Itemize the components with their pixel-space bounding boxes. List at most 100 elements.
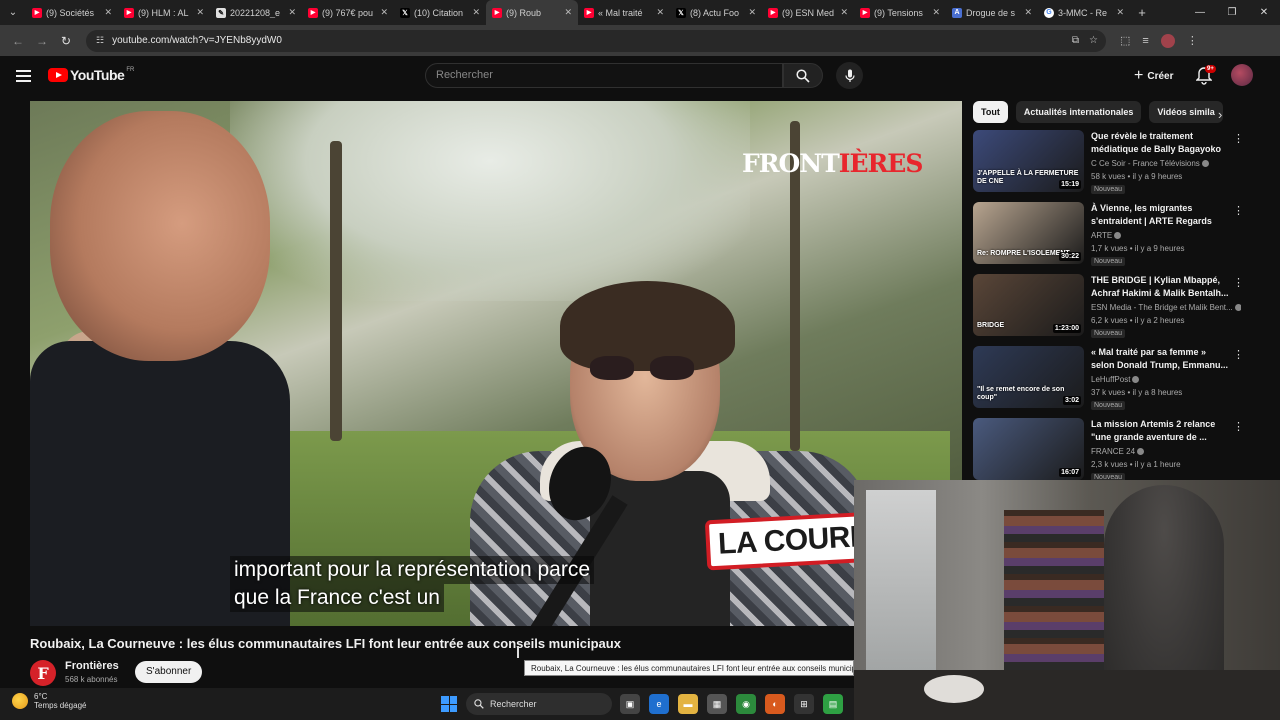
menu-kebab-icon[interactable]: ⋮: [1187, 34, 1198, 47]
recommendation-item[interactable]: "Il se remet encore de son coup" 3:02 « Ma…: [973, 346, 1244, 418]
tab-close-icon[interactable]: ✕: [1116, 7, 1124, 18]
task-view-icon[interactable]: ▣: [620, 694, 640, 714]
recommendation-item[interactable]: Re: ROMPRE L'ISOLEMENT 30:22 À Vienne, les…: [973, 202, 1244, 274]
recommendation-title[interactable]: Que révèle le traitement médiatique de B…: [1091, 130, 1231, 156]
tab-close-icon[interactable]: ✕: [932, 7, 940, 18]
filter-chip[interactable]: Actualités internationales: [1015, 101, 1142, 123]
browser-tab[interactable]: 𝕏 (8) Actu Foo ✕: [670, 0, 762, 25]
taskbar-apps: ▣ e ▬ ▦ ◉ ◐ ⊞ ▤: [620, 694, 843, 714]
tab-close-icon[interactable]: ✕: [288, 7, 296, 18]
video-thumbnail[interactable]: Re: ROMPRE L'ISOLEMENT 30:22: [973, 202, 1084, 264]
browser-tab[interactable]: ✎ 20221208_e ✕: [210, 0, 302, 25]
tab-close-icon[interactable]: ✕: [380, 7, 388, 18]
new-tab-button[interactable]: +: [1130, 5, 1154, 20]
bookmark-star-icon[interactable]: ☆: [1089, 35, 1098, 46]
tab-search-icon[interactable]: ⌄: [0, 0, 26, 25]
video-thumbnail[interactable]: BRIDGE 1:23:00: [973, 274, 1084, 336]
browser-tab-label: Drogue de s: [966, 7, 1016, 18]
create-button[interactable]: + Créer: [1124, 64, 1183, 88]
subtitle-line-2: que la France c'est un: [230, 584, 444, 612]
video-thumbnail[interactable]: 16:07: [973, 418, 1084, 480]
extensions-icon[interactable]: ⬚: [1120, 34, 1130, 47]
subscribe-button[interactable]: S'abonner: [135, 661, 203, 683]
store-icon[interactable]: ▦: [707, 694, 727, 714]
voice-search-button[interactable]: [836, 62, 863, 89]
install-icon[interactable]: ⧉: [1072, 35, 1079, 46]
tab-close-icon[interactable]: ✕: [748, 7, 756, 18]
tab-close-icon[interactable]: ✕: [472, 7, 480, 18]
channel-name[interactable]: Frontières: [65, 660, 119, 672]
hamburger-menu-icon[interactable]: [16, 70, 31, 82]
browser-tab[interactable]: G 3-MMC - Re ✕: [1038, 0, 1130, 25]
tab-close-icon[interactable]: ✕: [656, 7, 664, 18]
browser-tab-label: (9) Roub: [506, 7, 542, 18]
recommendation-title[interactable]: À Vienne, les migrantes s'entraident | A…: [1091, 202, 1231, 228]
channel-subscriber-count: 568 k abonnés: [65, 675, 118, 684]
chrome-icon[interactable]: ◉: [736, 694, 756, 714]
recommendation-item[interactable]: BRIDGE 1:23:00 THE BRIDGE | Kylian Mbappé,…: [973, 274, 1244, 346]
site-info-icon[interactable]: ☷: [96, 35, 104, 46]
recommendation-channel[interactable]: FRANCE 24: [1091, 447, 1241, 456]
filter-chip[interactable]: Tout: [973, 101, 1008, 123]
reload-icon[interactable]: ↻: [54, 34, 78, 48]
youtube-play-icon: [48, 68, 68, 82]
recommendation-item[interactable]: J'APPELLE À LA FERMETURE DE CNE 15:19 Que …: [973, 130, 1244, 202]
forward-icon[interactable]: →: [30, 34, 54, 48]
browser-tab[interactable]: A Drogue de s ✕: [946, 0, 1038, 25]
tab-close-icon[interactable]: ✕: [840, 7, 848, 18]
weather-widget[interactable]: 6°C Temps dégagé: [12, 692, 86, 710]
youtube-logo[interactable]: YouTube FR: [48, 67, 134, 83]
back-icon[interactable]: ←: [6, 34, 30, 48]
recommendation-channel[interactable]: ESN Media - The Bridge et Malik Bent...: [1091, 303, 1241, 312]
recommendation-channel[interactable]: C Ce Soir - France Télévisions: [1091, 159, 1241, 168]
recommendation-title[interactable]: « Mal traité par sa femme » selon Donald…: [1091, 346, 1231, 372]
profile-avatar-icon[interactable]: [1160, 33, 1175, 48]
browser-tab[interactable]: ▶ (9) HLM : AL ✕: [118, 0, 210, 25]
chevron-right-icon[interactable]: ›: [1218, 107, 1222, 122]
weather-temperature: 6°C: [34, 692, 48, 701]
search-button[interactable]: [783, 63, 823, 88]
tab-close-icon[interactable]: ✕: [1024, 7, 1032, 18]
recommendation-channel[interactable]: ARTE: [1091, 231, 1241, 240]
video-thumbnail[interactable]: J'APPELLE À LA FERMETURE DE CNE 15:19: [973, 130, 1084, 192]
browser-tab[interactable]: ▶ (9) ESN Med ✕: [762, 0, 854, 25]
restore-icon[interactable]: ❐: [1216, 0, 1248, 25]
tab-close-icon[interactable]: ✕: [564, 7, 572, 18]
video-thumbnail[interactable]: "Il se remet encore de son coup" 3:02: [973, 346, 1084, 408]
firefox-icon[interactable]: ◐: [765, 694, 785, 714]
filter-chips: Tout Actualités internationales Vidéos sim…: [973, 101, 1235, 123]
filter-chip[interactable]: Vidéos simila: [1149, 101, 1223, 123]
more-options-icon[interactable]: ⋮: [1233, 204, 1244, 217]
tab-close-icon[interactable]: ✕: [104, 7, 112, 18]
browser-tab[interactable]: ▶ (9) Sociétés ✕: [26, 0, 118, 25]
city-sign: LA COURN: [704, 511, 878, 571]
app-icon[interactable]: ⊞: [794, 694, 814, 714]
more-options-icon[interactable]: ⋮: [1233, 348, 1244, 361]
minimize-icon[interactable]: —: [1184, 0, 1216, 25]
more-options-icon[interactable]: ⋮: [1233, 132, 1244, 145]
browser-tab[interactable]: ▶ (9) 767€ pou ✕: [302, 0, 394, 25]
recommendation-channel[interactable]: LeHuffPost: [1091, 375, 1241, 384]
app-green-icon[interactable]: ▤: [823, 694, 843, 714]
taskbar-search[interactable]: Rechercher: [466, 693, 612, 715]
browser-tab[interactable]: ▶ « Mal traité ✕: [578, 0, 670, 25]
account-avatar[interactable]: [1231, 64, 1253, 86]
tab-close-icon[interactable]: ✕: [196, 7, 204, 18]
more-options-icon[interactable]: ⋮: [1233, 276, 1244, 289]
address-bar[interactable]: ☷ youtube.com/watch?v=JYENb8yydW0 ⧉ ☆: [86, 29, 1106, 52]
windows-start-icon[interactable]: [441, 696, 457, 712]
recommendation-title[interactable]: La mission Artemis 2 relance "une grande…: [1091, 418, 1231, 444]
edge-icon[interactable]: e: [649, 694, 669, 714]
recommendation-title[interactable]: THE BRIDGE | Kylian Mbappé, Achraf Hakim…: [1091, 274, 1231, 300]
channel-avatar[interactable]: F: [30, 660, 56, 686]
browser-tab[interactable]: ▶ (9) Tensions ✕: [854, 0, 946, 25]
browser-tab[interactable]: ▶ (9) Roub ✕: [486, 0, 578, 25]
video-player[interactable]: FRONTIÈRES LA COURN important pour la re…: [30, 101, 962, 626]
search-input[interactable]: Rechercher: [425, 63, 783, 88]
more-options-icon[interactable]: ⋮: [1233, 420, 1244, 433]
media-icon[interactable]: ≡: [1142, 35, 1148, 47]
close-icon[interactable]: ✕: [1248, 0, 1280, 25]
browser-tab[interactable]: 𝕏 (10) Citation ✕: [394, 0, 486, 25]
file-explorer-icon[interactable]: ▬: [678, 694, 698, 714]
video-duration: 15:19: [1059, 180, 1081, 189]
